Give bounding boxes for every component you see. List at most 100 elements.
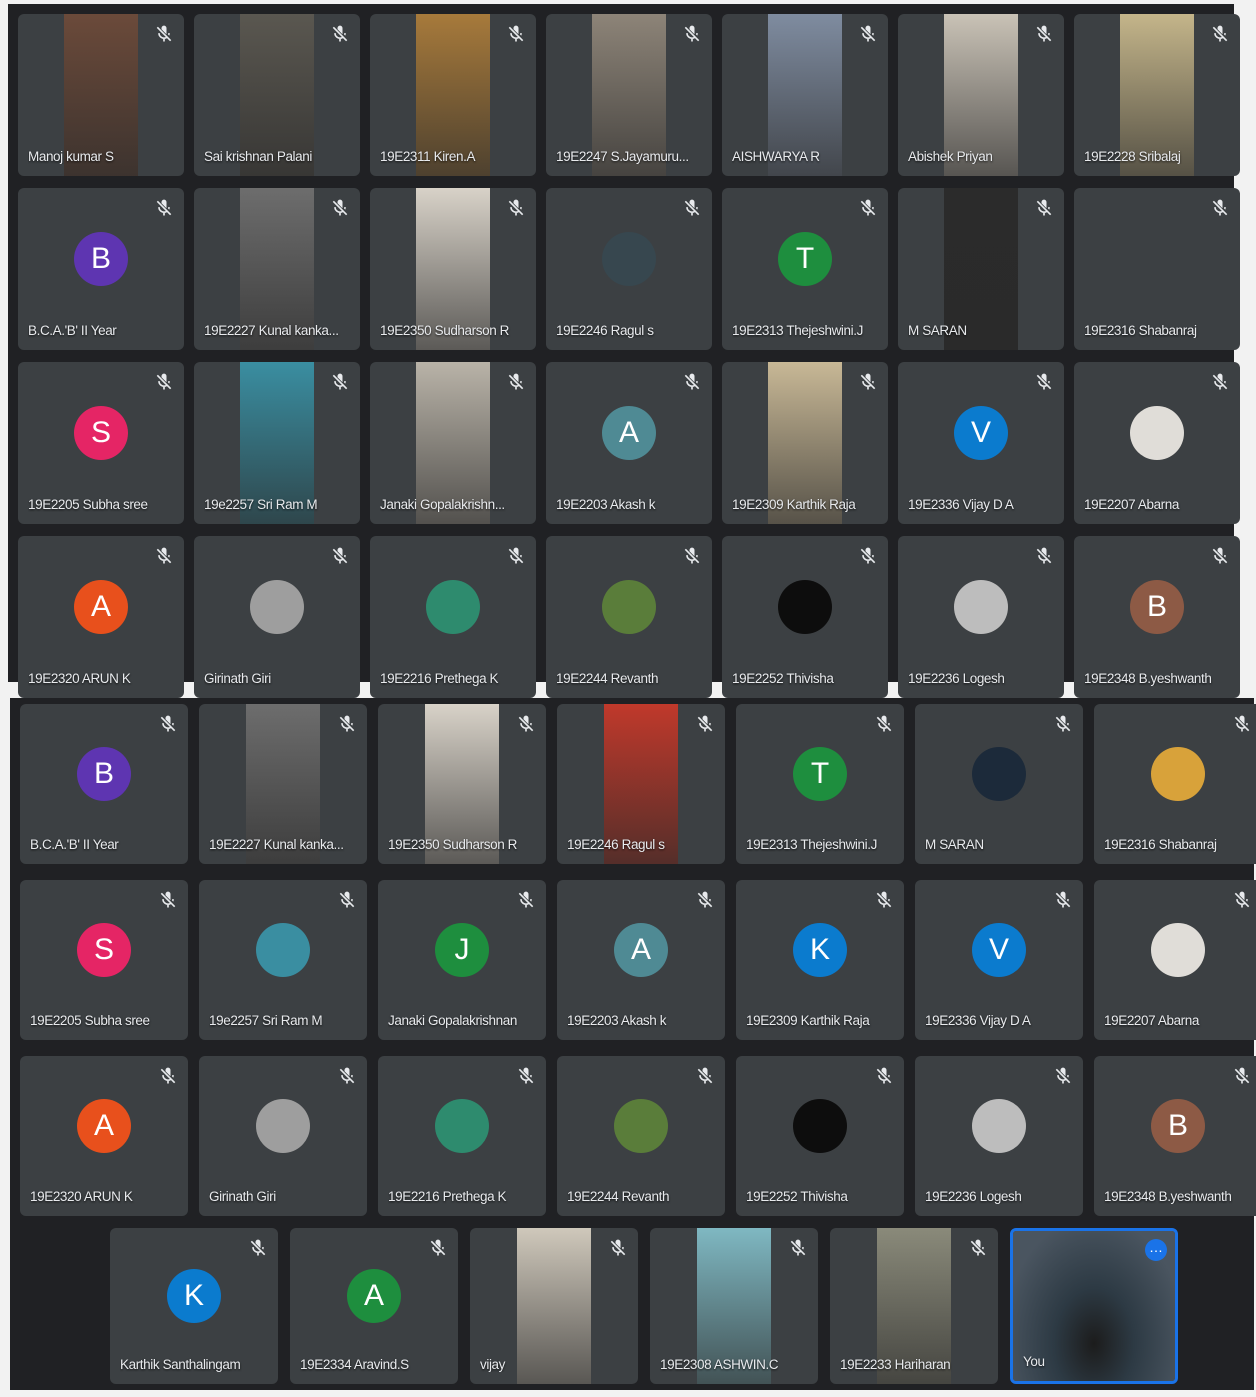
participant-tile[interactable]: S 19E2205 Subha sree [20, 880, 188, 1040]
profile-photo-avatar: G [250, 580, 304, 634]
participant-tile[interactable]: B B.C.A.'B' II Year [18, 188, 184, 350]
participant-tile[interactable]: G Girinath Giri [194, 536, 360, 698]
participant-tile[interactable]: R 19E2244 Revanth [546, 536, 712, 698]
participant-tile[interactable]: A 19E2334 Aravind.S [290, 1228, 458, 1384]
participant-tile[interactable]: V 19E2336 Vijay D A [898, 362, 1064, 524]
mic-off-icon [682, 372, 702, 392]
meeting-grid-bottom: B B.C.A.'B' II Year 19E2227 Kunal kanka.… [10, 698, 1256, 1390]
participant-tile[interactable]: 19E2247 S.Jayamuru... [546, 14, 712, 176]
mic-off-icon [516, 890, 536, 910]
participant-name: 19E2227 Kunal kanka... [209, 837, 344, 852]
participant-tile[interactable]: 19E2311 Kiren.A [370, 14, 536, 176]
participant-tile[interactable]: A 19E2207 Abarna [1074, 362, 1240, 524]
participant-tile[interactable]: 19E2309 Karthik Raja [722, 362, 888, 524]
mic-off-icon [1232, 714, 1252, 734]
letter-avatar: B [1151, 1099, 1205, 1153]
participant-tile[interactable]: L 19E2236 Logesh [898, 536, 1064, 698]
participant-name: Janaki Gopalakrishnan [388, 1013, 517, 1028]
more-options-icon[interactable]: … [1145, 1239, 1167, 1261]
participant-tile[interactable]: T 19E2313 Thejeshwini.J [722, 188, 888, 350]
mic-off-icon [858, 24, 878, 44]
participant-tile[interactable]: M SARAN [898, 188, 1064, 350]
participant-tile[interactable]: Sai krishnan Palani [194, 14, 360, 176]
participant-tile[interactable]: 19E2227 Kunal kanka... [199, 704, 367, 864]
participant-name: 19E2244 Revanth [567, 1189, 670, 1204]
participant-name: B.C.A.'B' II Year [28, 323, 117, 338]
letter-avatar: B [74, 232, 128, 286]
participant-tile[interactable]: S 19E2205 Subha sree [18, 362, 184, 524]
participant-tile[interactable]: T 19E2252 Thivisha [736, 1056, 904, 1216]
participant-tile[interactable]: B 19E2348 B.yeshwanth [1074, 536, 1240, 698]
participant-tile[interactable]: V 19E2336 Vijay D A [915, 880, 1083, 1040]
participant-tile[interactable]: P 19E2216 Prethega K [370, 536, 536, 698]
participant-tile[interactable]: 19E2228 Sribalaj [1074, 14, 1240, 176]
participant-tile[interactable]: Manoj kumar S [18, 14, 184, 176]
participant-tile[interactable]: AISHWARYA R [722, 14, 888, 176]
participant-name: 19E2350 Sudharson R [380, 323, 510, 338]
mic-off-icon [330, 372, 350, 392]
mic-off-icon [1210, 198, 1230, 218]
participant-name: 19E2246 Ragul s [556, 323, 654, 338]
participant-tile[interactable]: S 19e2257 Sri Ram M [199, 880, 367, 1040]
participant-tile[interactable]: T 19E2313 Thejeshwini.J [736, 704, 904, 864]
participant-name: 19E2320 ARUN K [30, 1189, 133, 1204]
participant-tile[interactable]: K Karthik Santhalingam [110, 1228, 278, 1384]
participant-name: 19E2228 Sribalaj [1084, 149, 1181, 164]
mic-off-icon [858, 372, 878, 392]
mic-off-icon [154, 546, 174, 566]
profile-photo-avatar: G [256, 1099, 310, 1153]
mic-off-icon [695, 714, 715, 734]
participant-tile[interactable]: T 19E2252 Thivisha [722, 536, 888, 698]
participant-tile[interactable]: 19E2350 Sudharson R [378, 704, 546, 864]
participant-tile[interactable]: B 19E2348 B.yeshwanth [1094, 1056, 1256, 1216]
participant-tile[interactable]: G Girinath Giri [199, 1056, 367, 1216]
participant-name: 19E2313 Thejeshwini.J [732, 323, 863, 338]
mic-off-icon [337, 1066, 357, 1086]
participant-tile[interactable]: 19E2316 Shabanraj [1074, 188, 1240, 350]
participant-tile[interactable]: 19E2233 Hariharan [830, 1228, 998, 1384]
mic-off-icon [330, 546, 350, 566]
participant-name: 19E2216 Prethega K [380, 671, 499, 686]
participant-tile[interactable]: L 19E2236 Logesh [915, 1056, 1083, 1216]
letter-avatar: T [778, 232, 832, 286]
participant-tile[interactable]: vijay [470, 1228, 638, 1384]
participant-tile[interactable]: Janaki Gopalakrishn... [370, 362, 536, 524]
participant-tile[interactable]: 19E2350 Sudharson R [370, 188, 536, 350]
participant-name: Janaki Gopalakrishn... [380, 497, 505, 512]
participant-tile[interactable]: B B.C.A.'B' II Year [20, 704, 188, 864]
participant-tile[interactable]: 19e2257 Sri Ram M [194, 362, 360, 524]
mic-off-icon [1053, 714, 1073, 734]
mic-off-icon [337, 890, 357, 910]
participant-tile[interactable]: Abishek Priyan [898, 14, 1064, 176]
participant-tile[interactable]: J Janaki Gopalakrishnan [378, 880, 546, 1040]
letter-avatar: S [77, 923, 131, 977]
letter-avatar: A [77, 1099, 131, 1153]
participant-tile[interactable]: S 19E2316 Shabanraj [1094, 704, 1256, 864]
participant-name: 19E2350 Sudharson R [388, 837, 518, 852]
participant-tile[interactable]: A 19E2320 ARUN K [20, 1056, 188, 1216]
participant-name: 19E2334 Aravind.S [300, 1357, 409, 1372]
meeting-grid-top: Manoj kumar S Sai krishnan Palani 19E231… [8, 4, 1240, 698]
profile-photo-avatar: L [972, 1099, 1026, 1153]
participant-tile[interactable]: 19E2246 Ragul s [557, 704, 725, 864]
participant-tile[interactable]: A 19E2203 Akash k [557, 880, 725, 1040]
participant-tile[interactable]: A 19E2320 ARUN K [18, 536, 184, 698]
letter-avatar: A [347, 1269, 401, 1323]
participant-name: 19E2348 B.yeshwanth [1084, 671, 1212, 686]
self-video-tile[interactable]: You … [1010, 1228, 1178, 1384]
mic-off-icon [1210, 546, 1230, 566]
mic-off-icon [158, 714, 178, 734]
participant-tile[interactable]: 19E2227 Kunal kanka... [194, 188, 360, 350]
participant-tile[interactable]: A 19E2207 Abarna [1094, 880, 1256, 1040]
participant-tile[interactable]: 19E2308 ASHWIN.C [650, 1228, 818, 1384]
participant-name: M SARAN [925, 837, 984, 852]
participant-name: 19E2207 Abarna [1104, 1013, 1199, 1028]
participant-tile[interactable]: M M SARAN [915, 704, 1083, 864]
participant-tile[interactable]: R 19E2246 Ragul s [546, 188, 712, 350]
mic-off-icon [248, 1238, 268, 1258]
mic-off-icon [695, 1066, 715, 1086]
participant-tile[interactable]: R 19E2244 Revanth [557, 1056, 725, 1216]
participant-tile[interactable]: K 19E2309 Karthik Raja [736, 880, 904, 1040]
participant-tile[interactable]: P 19E2216 Prethega K [378, 1056, 546, 1216]
participant-tile[interactable]: A 19E2203 Akash k [546, 362, 712, 524]
